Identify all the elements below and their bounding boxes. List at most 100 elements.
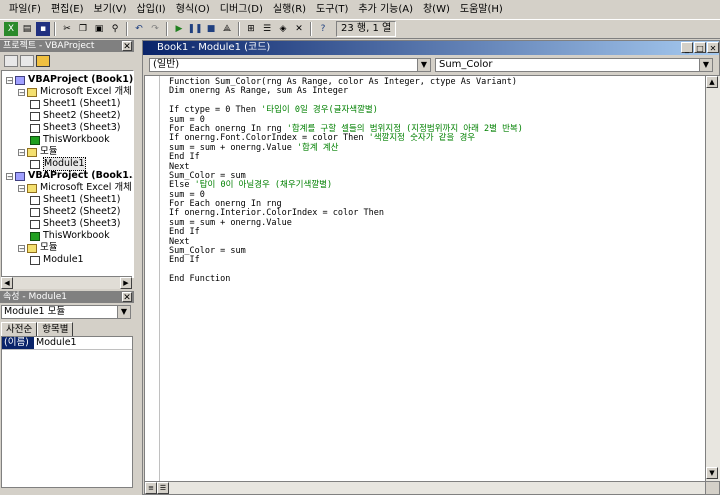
horizontal-scrollbar[interactable]: ◀ ▶ — [1, 276, 132, 289]
object-select[interactable]: Module1 모듈 ▼ — [1, 305, 131, 319]
tree-item[interactable]: − Microsoft Excel 개체 — [18, 86, 132, 98]
scroll-left-icon[interactable]: ◀ — [1, 277, 13, 289]
tree-item-label: ThisWorkbook — [43, 134, 110, 145]
tree-item[interactable]: Sheet3 (Sheet3) — [30, 218, 120, 230]
collapse-icon[interactable]: − — [18, 88, 25, 96]
tree-item-label: Module1 — [43, 157, 86, 171]
scroll-up-icon[interactable]: ▲ — [706, 76, 718, 88]
code-window-title: Book1 - Module1 (코드) _ □ ✕ — [143, 41, 719, 55]
tree-item[interactable]: Module1 — [30, 157, 86, 171]
collapse-icon[interactable]: − — [18, 148, 25, 156]
tree-item[interactable]: Sheet2 (Sheet2) — [30, 110, 120, 122]
code-line[interactable]: Dim onerng As Range, sum As Integer — [169, 87, 523, 96]
undo-icon[interactable]: ↶ — [132, 22, 146, 36]
code-text[interactable]: Function Sum_Color(rng As Range, color A… — [169, 77, 523, 285]
minimize-icon[interactable]: _ — [681, 42, 693, 53]
tree-item[interactable]: Sheet2 (Sheet2) — [30, 206, 120, 218]
procedure-combo[interactable]: Sum_Color ▼ — [435, 58, 713, 72]
vertical-scrollbar[interactable]: ▲ ▼ — [705, 75, 720, 482]
property-row[interactable]: (이름) Module1 — [2, 337, 132, 350]
menu-item[interactable]: 디버그(D) — [215, 0, 268, 19]
collapse-icon[interactable]: − — [18, 244, 25, 252]
view-code-icon[interactable] — [4, 55, 18, 67]
tree-item[interactable]: − Microsoft Excel 개체 — [18, 182, 132, 194]
reset-icon[interactable]: ■ — [204, 22, 218, 36]
toolbar-separator — [54, 22, 56, 36]
workbook-icon — [30, 135, 40, 145]
save-icon[interactable]: ▪ — [36, 22, 50, 36]
tree-item[interactable]: Sheet1 (Sheet1) — [30, 194, 120, 206]
insert-module-icon[interactable]: ▤ — [20, 22, 34, 36]
collapse-icon[interactable]: − — [6, 172, 13, 180]
tree-item[interactable]: − VBAProject (Book1) — [6, 74, 133, 86]
collapse-icon[interactable]: − — [18, 184, 25, 192]
menu-item[interactable]: 실행(R) — [268, 0, 311, 19]
pause-icon[interactable]: ❚❚ — [187, 22, 202, 36]
paste-icon[interactable]: ▣ — [92, 22, 106, 36]
code-line[interactable]: Sum_Color = sum — [169, 246, 523, 256]
menu-item[interactable]: 형식(O) — [171, 0, 215, 19]
menu-item[interactable]: 삽입(I) — [132, 0, 171, 19]
menu-item[interactable]: 창(W) — [418, 0, 455, 19]
code-line[interactable]: sum = sum + onerng.Value — [169, 218, 523, 228]
code-line[interactable]: If ctype = 0 Then '타입이 0일 경우(글자색깔별) — [169, 105, 523, 116]
cut-icon[interactable]: ✂ — [60, 22, 74, 36]
code-line[interactable]: End If — [169, 228, 523, 237]
tab-categorized[interactable]: 항목별 — [37, 322, 74, 336]
tab-alphabetic[interactable]: 사전순 — [1, 322, 38, 336]
code-comment: '타입이 0일 경우(글자색깔별) — [261, 105, 378, 116]
find-icon[interactable]: ⚲ — [108, 22, 122, 36]
copy-icon[interactable]: ❐ — [76, 22, 90, 36]
menu-item[interactable]: 도움말(H) — [455, 0, 508, 19]
maximize-icon[interactable]: □ — [694, 42, 706, 53]
help-icon[interactable]: ? — [316, 22, 330, 36]
run-icon[interactable]: ▶ — [172, 22, 186, 36]
chevron-down-icon[interactable]: ▼ — [699, 59, 712, 71]
toolbox-icon[interactable]: ✕ — [292, 22, 306, 36]
full-module-view-icon[interactable]: ☰ — [157, 482, 169, 494]
chevron-down-icon[interactable]: ▼ — [117, 306, 130, 318]
menu-item[interactable]: 파일(F) — [4, 0, 46, 19]
code-line[interactable]: Else '탑이 0이 아닐경우 (채우기색깔별) — [169, 181, 523, 190]
tree-item[interactable]: ThisWorkbook — [30, 230, 110, 242]
excel-view-icon[interactable]: X — [4, 22, 18, 36]
horizontal-scrollbar[interactable]: ≡ ☰ — [144, 481, 706, 495]
view-object-icon[interactable] — [20, 55, 34, 67]
scroll-down-icon[interactable]: ▼ — [706, 467, 718, 479]
close-icon[interactable]: ✕ — [122, 292, 132, 303]
menu-item[interactable]: 도구(T) — [311, 0, 353, 19]
tree-item[interactable]: Sheet1 (Sheet1) — [30, 98, 120, 110]
chevron-down-icon[interactable]: ▼ — [417, 59, 430, 71]
code-line[interactable]: End Function — [169, 275, 523, 284]
pane-splitter[interactable] — [134, 40, 142, 495]
object-browser-icon[interactable]: ◈ — [276, 22, 290, 36]
tree-item[interactable]: Module1 — [30, 254, 84, 266]
tree-item[interactable]: Sheet3 (Sheet3) — [30, 122, 120, 134]
property-value[interactable]: Module1 — [34, 337, 77, 349]
project-tree[interactable]: − VBAProject (Book1) − Microsoft Excel 개체 Sh… — [1, 70, 134, 278]
design-mode-icon[interactable]: ⟁ — [220, 22, 234, 36]
project-explorer-icon[interactable]: ⊞ — [244, 22, 258, 36]
code-line[interactable]: End If — [169, 256, 523, 265]
close-icon[interactable]: ✕ — [122, 41, 132, 52]
breakpoint-margin[interactable] — [145, 76, 160, 481]
code-line[interactable]: sum = sum + onerng.Value '합계 계산 — [169, 143, 523, 153]
menu-item[interactable]: 추가 기능(A) — [353, 0, 418, 19]
object-combo[interactable]: (일반) ▼ — [149, 58, 431, 72]
code-line[interactable]: End If — [169, 152, 523, 162]
collapse-icon[interactable]: − — [6, 76, 13, 84]
project-explorer-tools — [0, 52, 134, 70]
tree-item[interactable]: − VBAProject (Book1.x — [6, 170, 133, 182]
redo-icon[interactable]: ↷ — [148, 22, 162, 36]
scroll-right-icon[interactable]: ▶ — [120, 277, 132, 289]
toggle-folders-icon[interactable] — [36, 55, 50, 67]
menu-item[interactable]: 보기(V) — [89, 0, 132, 19]
menu-item[interactable]: 편집(E) — [46, 0, 89, 19]
properties-window-icon[interactable]: ☰ — [260, 22, 274, 36]
code-comment: '탑이 0이 아닐경우 (채우기색깔별) — [194, 180, 333, 191]
procedure-view-icon[interactable]: ≡ — [145, 482, 157, 494]
code-editor[interactable]: Function Sum_Color(rng As Range, color A… — [144, 75, 706, 482]
tree-item[interactable]: ThisWorkbook — [30, 134, 110, 146]
tree-item[interactable]: − 모듈 — [18, 242, 57, 254]
close-icon[interactable]: ✕ — [707, 42, 719, 53]
